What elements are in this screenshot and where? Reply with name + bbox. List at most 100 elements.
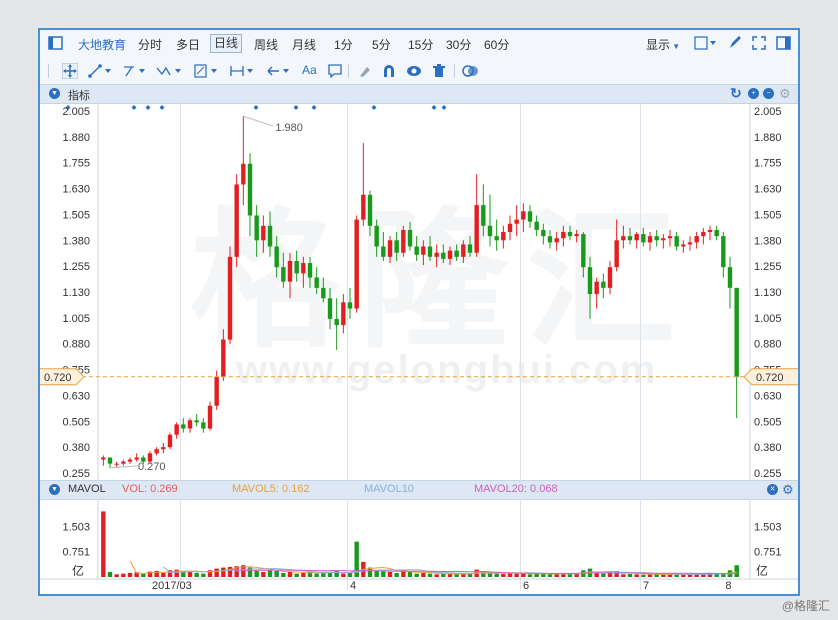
candle-body[interactable] (721, 236, 726, 268)
candle-body[interactable] (481, 205, 486, 226)
volume-bar[interactable] (627, 573, 633, 577)
volume-bar[interactable] (427, 573, 433, 577)
wave-tool-icon[interactable] (156, 64, 184, 81)
candle-body[interactable] (667, 236, 673, 239)
candle-body[interactable] (174, 424, 179, 435)
volume-bar[interactable] (181, 571, 186, 577)
candle-body[interactable] (527, 211, 533, 222)
candle-body[interactable] (701, 232, 706, 237)
volume-bar[interactable] (314, 573, 319, 577)
remove-icon[interactable]: − (763, 88, 774, 99)
volume-bar[interactable] (494, 573, 499, 577)
period-weekly[interactable]: 周线 (254, 36, 278, 53)
measure-tool-icon[interactable] (230, 64, 258, 81)
event-marker[interactable] (159, 105, 165, 110)
candle-body[interactable] (627, 236, 633, 241)
volume-bar[interactable] (301, 572, 306, 577)
candle-body[interactable] (447, 250, 453, 259)
volume-bar[interactable] (447, 573, 453, 577)
candle-body[interactable] (341, 302, 346, 326)
candle-body[interactable] (287, 260, 293, 282)
candle-body[interactable] (227, 256, 233, 340)
candle-body[interactable] (354, 219, 359, 309)
candle-body[interactable] (274, 246, 279, 268)
candle-body[interactable] (714, 229, 719, 237)
candle-body[interactable] (347, 302, 353, 309)
volume-bar[interactable] (421, 572, 426, 577)
comment-tool-icon[interactable] (328, 64, 342, 81)
layout-icon[interactable] (694, 36, 716, 53)
volume-bar[interactable] (501, 573, 506, 577)
candle-body[interactable] (161, 447, 166, 450)
channel-tool-icon[interactable] (122, 64, 148, 81)
candle-body[interactable] (107, 457, 113, 464)
candle-body[interactable] (434, 252, 439, 257)
candle-body[interactable] (574, 234, 579, 237)
candle-body[interactable] (601, 281, 606, 288)
text-tool-button[interactable]: Aa (302, 63, 317, 77)
candle-body[interactable] (454, 250, 459, 257)
candle-body[interactable] (321, 287, 326, 299)
candle-body[interactable] (241, 163, 246, 185)
period-30min[interactable]: 30分 (446, 36, 471, 53)
candle-body[interactable] (221, 339, 226, 377)
candle-body[interactable] (681, 244, 686, 247)
candle-body[interactable] (734, 287, 739, 377)
volume-bar[interactable] (221, 567, 226, 577)
period-multiday[interactable]: 多日 (176, 36, 200, 53)
candle-body[interactable] (581, 234, 586, 268)
event-marker[interactable] (371, 105, 377, 110)
volume-bar[interactable] (414, 573, 419, 577)
period-daily[interactable]: 日线 (210, 34, 243, 53)
event-marker[interactable] (131, 105, 137, 110)
candle-body[interactable] (501, 232, 506, 241)
volume-bar[interactable] (274, 570, 279, 577)
event-marker[interactable] (431, 105, 437, 110)
candle-body[interactable] (214, 376, 219, 406)
candle-body[interactable] (394, 240, 399, 253)
panel-toggle-icon[interactable] (776, 36, 791, 53)
pen-icon[interactable] (728, 35, 742, 53)
volume-bar[interactable] (541, 573, 546, 577)
add-icon[interactable]: + (748, 88, 759, 99)
candle-body[interactable] (167, 434, 173, 448)
candle-body[interactable] (207, 405, 213, 429)
fibonacci-tool-icon[interactable] (194, 64, 222, 81)
candle-body[interactable] (281, 267, 286, 282)
candle-body[interactable] (654, 236, 659, 241)
line-tool-icon[interactable] (88, 64, 114, 81)
gear-icon[interactable]: ⚙ (782, 482, 794, 498)
price-chart[interactable]: 2.005 2.005 1.880 1.880 1.755 1.755 1.630 1.630… (40, 103, 798, 483)
candle-body[interactable] (307, 263, 313, 278)
volume-bar[interactable] (567, 573, 573, 577)
candle-body[interactable] (194, 420, 199, 423)
volume-bar[interactable] (261, 571, 266, 577)
candle-body[interactable] (641, 234, 646, 243)
volume-bar[interactable] (641, 574, 646, 577)
sidebar-toggle-icon[interactable] (48, 36, 63, 53)
candle-body[interactable] (381, 246, 386, 257)
period-5min[interactable]: 5分 (372, 36, 391, 53)
candle-body[interactable] (441, 252, 446, 259)
period-60min[interactable]: 60分 (484, 36, 509, 53)
volume-bar[interactable] (341, 573, 346, 577)
volume-bar[interactable] (434, 574, 439, 577)
candle-body[interactable] (727, 267, 733, 288)
candle-body[interactable] (487, 225, 493, 237)
period-fenshi[interactable]: 分时 (138, 36, 162, 53)
candle-body[interactable] (101, 457, 106, 460)
refresh-icon[interactable]: ↻ (730, 85, 742, 102)
candle-body[interactable] (254, 215, 259, 241)
candle-body[interactable] (621, 236, 626, 241)
volume-bar[interactable] (514, 573, 519, 577)
volume-bar[interactable] (294, 573, 299, 577)
candle-body[interactable] (334, 318, 339, 326)
candle-body[interactable] (247, 163, 253, 216)
volume-bar[interactable] (734, 565, 739, 577)
candle-body[interactable] (607, 267, 613, 288)
candle-body[interactable] (134, 457, 139, 460)
candle-body[interactable] (421, 246, 426, 255)
candle-body[interactable] (294, 260, 299, 274)
candle-body[interactable] (187, 420, 193, 429)
candle-body[interactable] (587, 267, 593, 295)
